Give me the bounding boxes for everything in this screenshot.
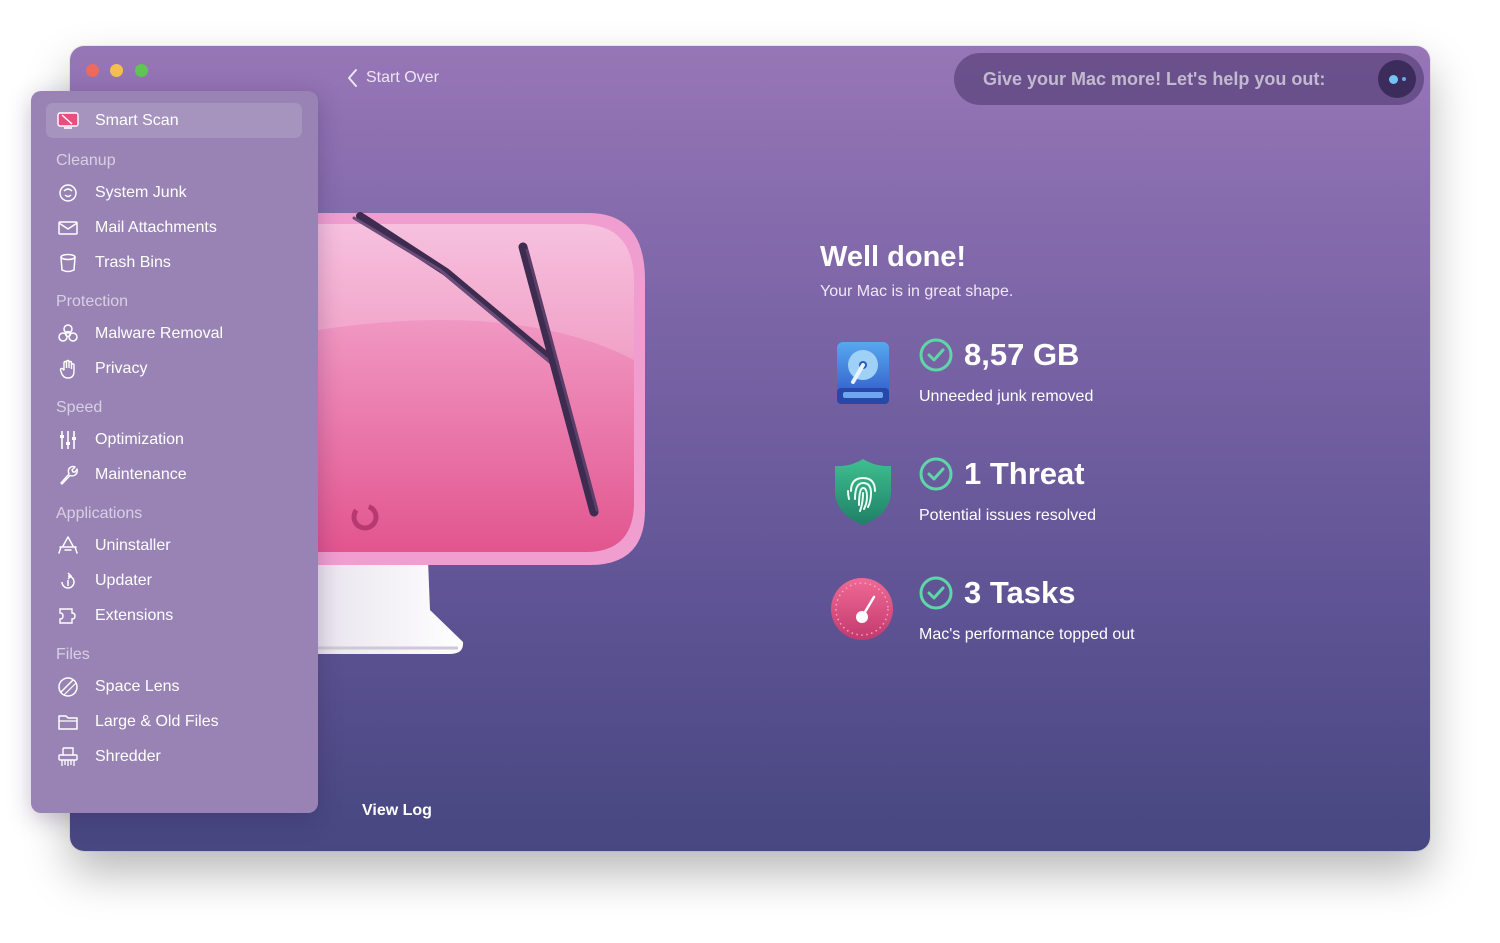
sidebar-item-smart-scan[interactable]: Smart Scan bbox=[46, 103, 302, 138]
close-window-button[interactable] bbox=[86, 64, 99, 77]
tasks-desc: Mac's performance topped out bbox=[919, 626, 1135, 643]
page-subtitle: Your Mac is in great shape. bbox=[820, 283, 1014, 300]
system-junk-icon bbox=[56, 181, 80, 205]
page-title: Well done! bbox=[820, 241, 967, 273]
threat-desc: Potential issues resolved bbox=[919, 507, 1096, 524]
folder-icon bbox=[56, 710, 80, 734]
promo-text: Give your Mac more! Let's help you out: bbox=[983, 68, 1326, 89]
sidebar-item-maintenance[interactable]: Maintenance bbox=[46, 457, 302, 492]
check-icon bbox=[919, 576, 953, 615]
start-over-label: Start Over bbox=[366, 69, 439, 86]
mail-icon bbox=[56, 216, 80, 240]
hard-drive-icon bbox=[835, 340, 891, 411]
sidebar-item-label: Updater bbox=[95, 571, 152, 589]
space-lens-icon bbox=[56, 675, 80, 699]
hand-icon bbox=[56, 357, 80, 381]
wrench-icon bbox=[56, 463, 80, 487]
sidebar-item-label: Extensions bbox=[95, 606, 174, 624]
trash-icon bbox=[56, 251, 80, 275]
chevron-left-icon bbox=[348, 69, 357, 87]
section-protection: Protection bbox=[56, 293, 129, 310]
sidebar-item-label: Malware Removal bbox=[95, 324, 224, 342]
sidebar-item-label: Optimization bbox=[95, 430, 184, 448]
sidebar-item-privacy[interactable]: Privacy bbox=[46, 351, 302, 386]
sidebar-item-label: System Junk bbox=[95, 183, 187, 201]
sidebar-item-malware-removal[interactable]: Malware Removal bbox=[46, 316, 302, 351]
sidebar-item-shredder[interactable]: Shredder bbox=[46, 739, 302, 774]
start-over-button[interactable]: Start Over bbox=[346, 66, 439, 90]
section-speed: Speed bbox=[56, 399, 103, 416]
threat-value: 1 Threat bbox=[964, 456, 1085, 491]
monitor-illustration bbox=[318, 210, 678, 660]
section-cleanup: Cleanup bbox=[56, 152, 116, 169]
assistant-dot-icon bbox=[1388, 74, 1398, 84]
sidebar-item-label: Maintenance bbox=[95, 465, 187, 483]
junk-removed-desc: Unneeded junk removed bbox=[919, 388, 1094, 405]
sidebar: Smart Scan Cleanup System Junk Mail Atta… bbox=[31, 91, 318, 813]
sidebar-item-large-old-files[interactable]: Large & Old Files bbox=[46, 704, 302, 739]
sidebar-item-label: Space Lens bbox=[95, 677, 180, 695]
minimize-window-button[interactable] bbox=[110, 64, 123, 77]
sidebar-item-label: Privacy bbox=[95, 359, 148, 377]
sidebar-item-label: Uninstaller bbox=[95, 536, 171, 554]
sidebar-item-label: Mail Attachments bbox=[95, 218, 217, 236]
assistant-dot-small-icon bbox=[1401, 77, 1406, 81]
uninstaller-icon bbox=[56, 534, 80, 558]
sidebar-item-label: Trash Bins bbox=[95, 253, 171, 271]
shredder-icon bbox=[56, 745, 80, 769]
shield-fingerprint-icon bbox=[832, 457, 894, 532]
sliders-icon bbox=[56, 428, 80, 452]
smart-scan-icon bbox=[56, 109, 80, 133]
biohazard-icon bbox=[56, 322, 80, 346]
updater-icon bbox=[56, 569, 80, 593]
section-applications: Applications bbox=[56, 505, 143, 522]
sidebar-item-label: Shredder bbox=[95, 747, 161, 765]
sidebar-item-extensions[interactable]: Extensions bbox=[46, 598, 302, 633]
sidebar-item-space-lens[interactable]: Space Lens bbox=[46, 669, 302, 704]
sidebar-item-mail-attachments[interactable]: Mail Attachments bbox=[46, 210, 302, 245]
section-files: Files bbox=[56, 646, 90, 663]
sidebar-item-label: Smart Scan bbox=[95, 111, 179, 129]
promo-banner[interactable]: Give your Mac more! Let's help you out: bbox=[954, 53, 1424, 105]
sidebar-item-system-junk[interactable]: System Junk bbox=[46, 175, 302, 210]
speedometer-icon bbox=[830, 577, 894, 646]
view-log-link[interactable]: View Log bbox=[362, 802, 432, 820]
sidebar-item-label: Large & Old Files bbox=[95, 712, 219, 730]
sidebar-item-uninstaller[interactable]: Uninstaller bbox=[46, 528, 302, 563]
zoom-window-button[interactable] bbox=[135, 64, 148, 77]
sidebar-item-trash-bins[interactable]: Trash Bins bbox=[46, 245, 302, 280]
sidebar-item-optimization[interactable]: Optimization bbox=[46, 422, 302, 457]
junk-removed-value: 8,57 GB bbox=[964, 337, 1080, 372]
check-icon bbox=[919, 457, 953, 496]
sidebar-item-updater[interactable]: Updater bbox=[46, 563, 302, 598]
extensions-icon bbox=[56, 604, 80, 628]
assistant-button[interactable] bbox=[1378, 60, 1416, 98]
check-icon bbox=[919, 338, 953, 377]
tasks-value: 3 Tasks bbox=[964, 575, 1076, 610]
